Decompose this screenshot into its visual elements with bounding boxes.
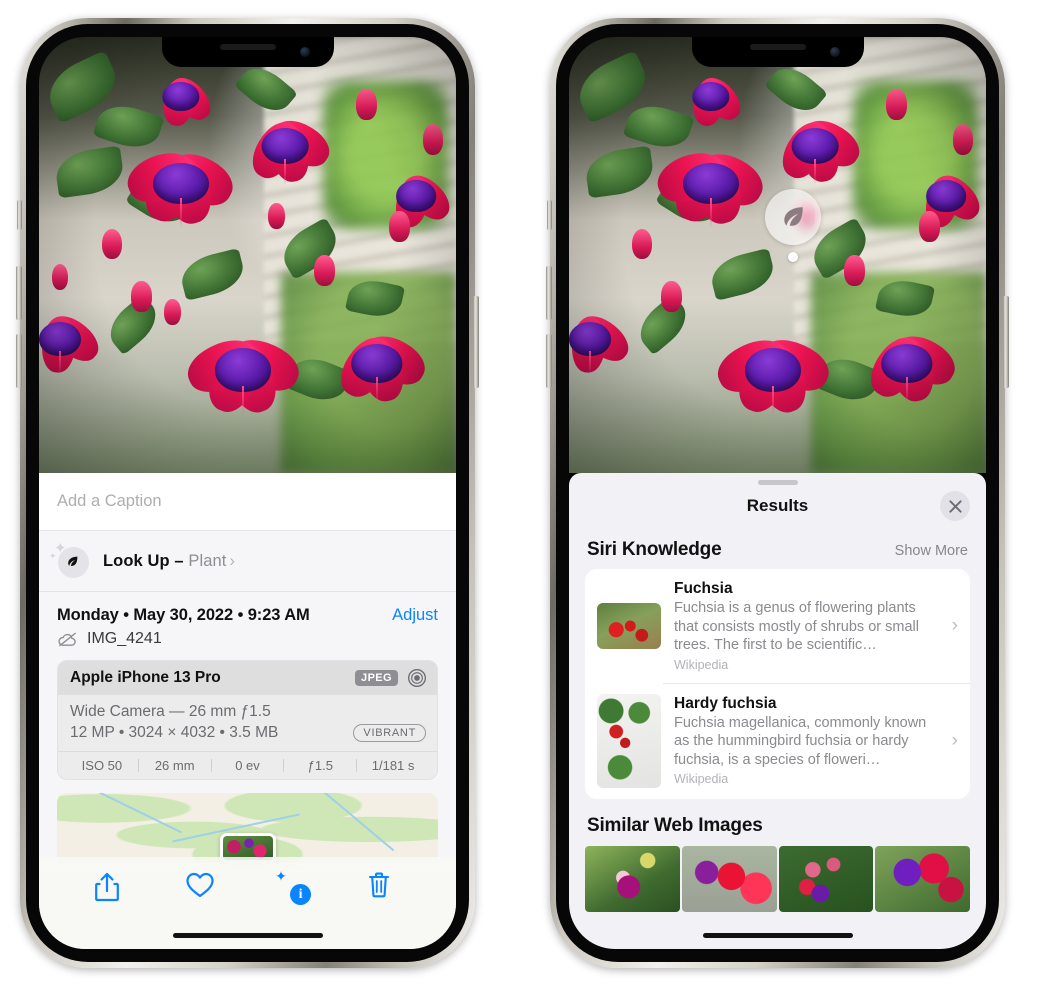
exif-row: ISO 50 26 mm 0 ev ƒ1.5 1/181 s <box>58 751 437 779</box>
siri-knowledge-header: Siri Knowledge Show More <box>569 529 986 569</box>
earpiece-speaker <box>749 44 806 50</box>
photo-viewer-right[interactable] <box>569 37 986 473</box>
home-indicator-left[interactable] <box>172 933 323 938</box>
knowledge-item-title: Fuchsia <box>674 580 733 597</box>
iphone-right: Results Siri Knowledge Show More Fuchsia… <box>546 18 1009 968</box>
front-camera-icon <box>299 47 310 57</box>
notch-left <box>161 37 334 67</box>
knowledge-thumbnail <box>597 602 661 649</box>
knowledge-item-hardy-fuchsia[interactable]: Hardy fuchsia Fuchsia magellanica, commo… <box>585 682 970 799</box>
knowledge-item-description: Fuchsia is a genus of flowering plants t… <box>674 600 919 654</box>
chevron-right-icon: › <box>951 614 958 636</box>
favorite-button[interactable] <box>185 871 219 905</box>
knowledge-item-description: Fuchsia magellanica, commonly known as t… <box>674 714 927 768</box>
look-up-title: Look Up – <box>103 551 184 570</box>
exif-aperture: ƒ1.5 <box>307 758 333 773</box>
leaf-icon <box>784 207 803 226</box>
similar-image-thumbnail[interactable] <box>681 845 777 912</box>
info-glyph: i <box>290 884 312 905</box>
photo-viewer-left[interactable] <box>39 37 456 473</box>
share-button[interactable] <box>94 871 128 905</box>
file-name: IMG_4241 <box>87 630 162 647</box>
caption-field-row[interactable]: Add a Caption <box>39 473 456 531</box>
earpiece-speaker <box>219 44 276 50</box>
results-title: Results <box>746 496 809 515</box>
volume-up-button-right[interactable] <box>546 266 552 320</box>
look-up-subject: Plant <box>188 551 227 570</box>
sparkle-icon: ✦ <box>275 868 287 884</box>
exif-focal: 26 mm <box>154 758 195 773</box>
knowledge-item-source: Wikipedia <box>674 772 729 787</box>
iphone-left: Add a Caption ✦ ✦ Look Up – Plant › Mond… <box>16 18 479 968</box>
sparkle-icon-small: ✦ <box>49 551 57 561</box>
volume-down-button-right[interactable] <box>546 334 552 388</box>
metadata-body: Wide Camera — 26 mm ƒ1.5 12 MP • 3024 × … <box>58 695 437 751</box>
front-camera-icon <box>829 47 840 57</box>
screen-right: Results Siri Knowledge Show More Fuchsia… <box>569 37 986 949</box>
adjust-button[interactable]: Adjust <box>392 606 438 625</box>
similar-image-thumbnail[interactable] <box>778 845 874 912</box>
chevron-right-icon: › <box>951 729 958 751</box>
volume-up-button-left[interactable] <box>16 266 22 320</box>
similar-web-images-title: Similar Web Images <box>587 814 763 836</box>
volume-down-button-left[interactable] <box>16 334 22 388</box>
aperture-icon <box>408 669 426 687</box>
mute-switch-right[interactable] <box>547 200 552 230</box>
file-row: IMG_4241 <box>39 627 456 660</box>
close-button[interactable] <box>940 491 970 521</box>
photo-vignette <box>569 37 986 473</box>
photo-info-area: ✦ ✦ Look Up – Plant › Monday • May 30, 20… <box>39 531 456 863</box>
format-badge: JPEG <box>355 670 398 686</box>
caption-input[interactable]: Add a Caption <box>57 492 162 511</box>
knowledge-item-source: Wikipedia <box>674 657 729 672</box>
similar-web-images-strip[interactable] <box>569 845 986 912</box>
knowledge-item-body: Fuchsia Fuchsia is a genus of flowering … <box>674 580 939 672</box>
screen-left: Add a Caption ✦ ✦ Look Up – Plant › Mond… <box>39 37 456 949</box>
siri-knowledge-title: Siri Knowledge <box>587 539 722 560</box>
chevron-right-icon: › <box>229 551 236 570</box>
close-icon <box>948 499 962 513</box>
similar-image-thumbnail[interactable] <box>585 845 680 912</box>
visual-look-up-anchor-dot <box>788 252 798 262</box>
cloud-slash-icon <box>58 632 77 646</box>
power-button-left[interactable] <box>473 296 479 388</box>
date-row: Monday • May 30, 2022 • 9:23 AM Adjust <box>39 592 456 627</box>
results-header: Results <box>569 485 986 529</box>
similar-web-images-header: Similar Web Images <box>569 799 986 846</box>
knowledge-item-title: Hardy fuchsia <box>674 694 777 712</box>
photo-detail-sheet: Add a Caption ✦ ✦ Look Up – Plant › Mond… <box>39 473 456 949</box>
photo-vignette <box>39 37 456 473</box>
camera-metadata-card[interactable]: Apple iPhone 13 Pro JPEG Wide Camera — 2… <box>57 660 438 780</box>
knowledge-item-fuchsia[interactable]: Fuchsia Fuchsia is a genus of flowering … <box>585 569 970 683</box>
knowledge-card-list: Fuchsia Fuchsia is a genus of flowering … <box>585 569 970 799</box>
exif-iso: ISO 50 <box>81 758 123 773</box>
notch-right <box>691 37 864 67</box>
lens-info: Wide Camera — 26 mm ƒ1.5 <box>70 703 271 720</box>
device-name: Apple iPhone 13 Pro <box>70 669 221 686</box>
mute-switch-left[interactable] <box>17 200 22 230</box>
similar-image-thumbnail[interactable] <box>875 845 970 912</box>
location-map-card[interactable] <box>57 793 438 863</box>
home-indicator-right[interactable] <box>702 933 853 938</box>
show-more-button[interactable]: Show More <box>895 543 968 559</box>
results-sheet: Results Siri Knowledge Show More Fuchsia… <box>569 473 986 949</box>
exif-exposure: 0 ev <box>235 758 260 773</box>
look-up-row[interactable]: ✦ ✦ Look Up – Plant › <box>39 531 456 592</box>
knowledge-item-body: Hardy fuchsia Fuchsia magellanica, commo… <box>674 695 939 787</box>
exif-shutter: 1/181 s <box>371 758 415 773</box>
screenshot-stage: Add a Caption ✦ ✦ Look Up – Plant › Mond… <box>0 0 1055 985</box>
info-button[interactable]: ✦ i <box>275 868 312 905</box>
photo-date: Monday • May 30, 2022 • 9:23 AM <box>57 606 310 624</box>
metadata-header: Apple iPhone 13 Pro JPEG <box>58 661 437 695</box>
knowledge-thumbnail <box>597 693 661 788</box>
look-up-label: Look Up – Plant › <box>103 552 235 571</box>
photographic-style-badge: VIBRANT <box>353 724 426 742</box>
power-button-right[interactable] <box>1003 296 1009 388</box>
leaf-icon: ✦ ✦ <box>49 541 89 578</box>
visual-look-up-badge[interactable] <box>765 189 821 245</box>
delete-button[interactable] <box>367 871 401 905</box>
